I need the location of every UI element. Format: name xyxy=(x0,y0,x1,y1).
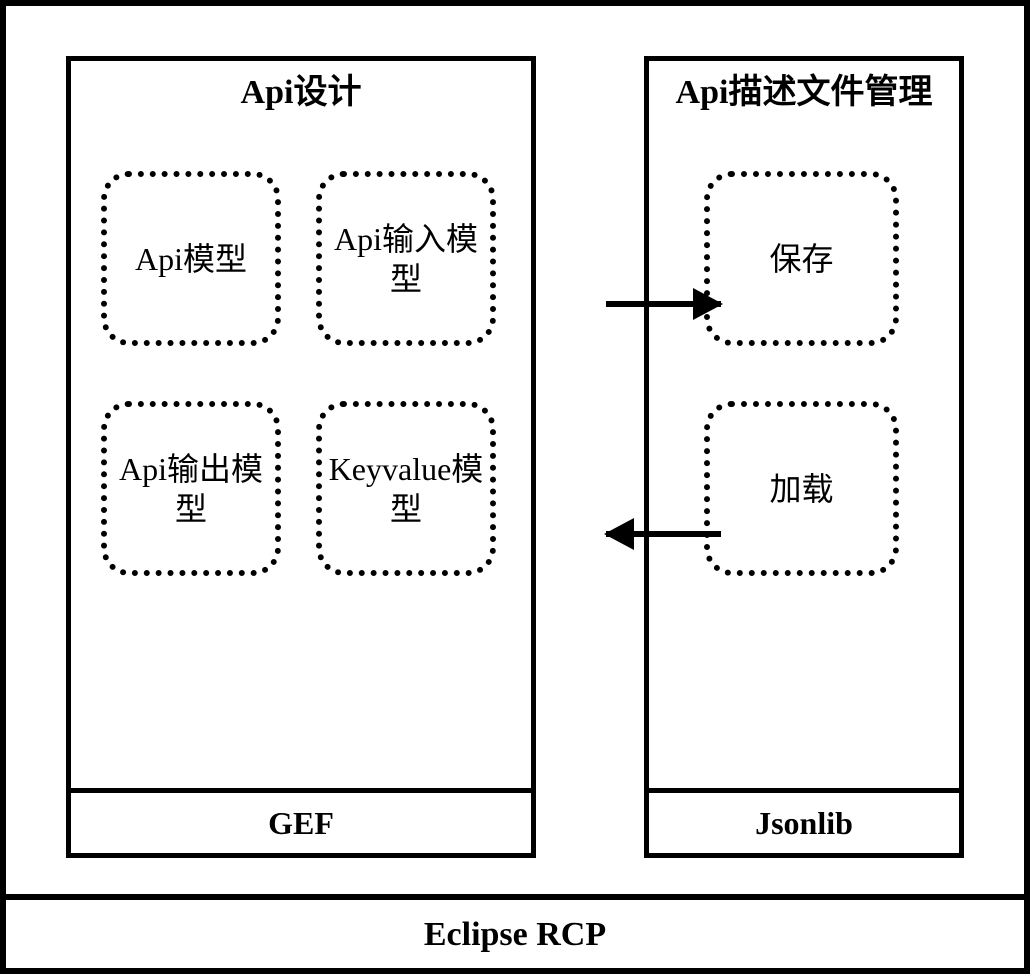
api-model-box: Api模型 xyxy=(101,171,281,346)
keyvalue-model-box: Keyvalue模型 xyxy=(316,401,496,576)
api-file-management-module: Api描述文件管理 保存 加载 Jsonlib xyxy=(644,56,964,858)
arrow-to-save-icon xyxy=(606,301,721,307)
api-file-mgmt-title: Api描述文件管理 xyxy=(649,61,959,161)
eclipse-rcp-bar: Eclipse RCP xyxy=(0,894,1030,974)
api-output-model-box: Api输出模型 xyxy=(101,401,281,576)
api-design-title: Api设计 xyxy=(71,61,531,131)
arrow-head-left-icon xyxy=(604,518,634,550)
jsonlib-footer: Jsonlib xyxy=(644,788,964,858)
arrow-head-right-icon xyxy=(693,288,723,320)
save-box: 保存 xyxy=(704,171,899,346)
api-input-model-box: Api输入模型 xyxy=(316,171,496,346)
gef-footer: GEF xyxy=(66,788,536,858)
arrow-from-load-icon xyxy=(606,531,721,537)
main-area: Api设计 Api模型 Api输入模型 Api输出模型 Keyvalue模型 G… xyxy=(66,56,964,858)
load-box: 加载 xyxy=(704,401,899,576)
api-design-module: Api设计 Api模型 Api输入模型 Api输出模型 Keyvalue模型 G… xyxy=(66,56,536,858)
outer-frame: Api设计 Api模型 Api输入模型 Api输出模型 Keyvalue模型 G… xyxy=(0,0,1030,974)
